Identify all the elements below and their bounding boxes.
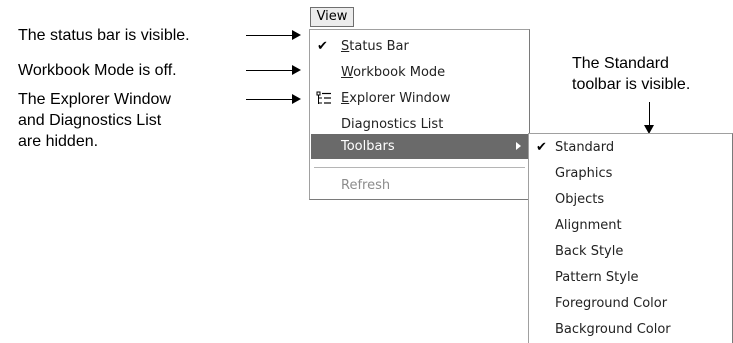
menu-item-label: Explorer Window (341, 91, 451, 106)
toolbar-item-alignment[interactable]: Alignment (530, 213, 731, 238)
toolbars-submenu: ✔ Standard Graphics Objects Alignment Ba… (528, 133, 733, 343)
arrow-status-bar (246, 30, 301, 40)
checkmark-icon: ✔ (536, 140, 547, 155)
menu-item-explorer-window[interactable]: Explorer Window (311, 86, 528, 111)
menu-item-label: Workbook Mode (341, 65, 446, 80)
annotation-explorer-hidden: The Explorer Window and Diagnostics List… (18, 91, 171, 150)
menu-separator (314, 167, 525, 168)
checkmark-icon: ✔ (317, 39, 328, 54)
arrow-workbook-mode (246, 65, 301, 75)
menu-item-label: Refresh (341, 178, 391, 193)
menu-item-label: Back Style (555, 244, 624, 259)
annotation-workbook-mode: Workbook Mode is off. (18, 62, 177, 79)
menu-item-label: Pattern Style (555, 270, 639, 285)
toolbar-item-pattern-style[interactable]: Pattern Style (530, 265, 731, 290)
view-menu-button[interactable]: View (310, 7, 354, 27)
view-menu: ✔ Status Bar Workbook Mode Explorer Wind… (309, 29, 530, 200)
arrow-explorer-window (246, 94, 301, 104)
menu-item-label: Objects (555, 192, 605, 207)
submenu-arrow-icon (516, 142, 521, 150)
menu-item-label: Status Bar (341, 39, 409, 54)
toolbar-item-foreground-color[interactable]: Foreground Color (530, 291, 731, 316)
annotation-status-bar: The status bar is visible. (18, 27, 190, 44)
menu-item-label: Alignment (555, 218, 622, 233)
annotation-standard-visible: The Standard toolbar is visible. (572, 55, 691, 93)
menu-item-label: Standard (555, 140, 615, 155)
menu-item-status-bar[interactable]: ✔ Status Bar (311, 34, 528, 59)
explorer-tree-icon (316, 91, 331, 104)
menu-item-toolbars[interactable]: Toolbars (311, 134, 528, 159)
arrow-standard (644, 102, 654, 134)
toolbar-item-back-style[interactable]: Back Style (530, 239, 731, 264)
menu-item-label: Graphics (555, 166, 613, 181)
menu-item-workbook-mode[interactable]: Workbook Mode (311, 60, 528, 85)
toolbar-item-background-color[interactable]: Background Color (530, 317, 731, 342)
toolbar-item-objects[interactable]: Objects (530, 187, 731, 212)
menu-item-refresh: Refresh (311, 173, 528, 198)
toolbar-item-standard[interactable]: ✔ Standard (530, 135, 731, 160)
toolbar-item-graphics[interactable]: Graphics (530, 161, 731, 186)
menu-item-label: Toolbars (341, 139, 395, 154)
menu-item-label: Foreground Color (555, 296, 668, 311)
menu-item-label: Background Color (555, 322, 671, 337)
